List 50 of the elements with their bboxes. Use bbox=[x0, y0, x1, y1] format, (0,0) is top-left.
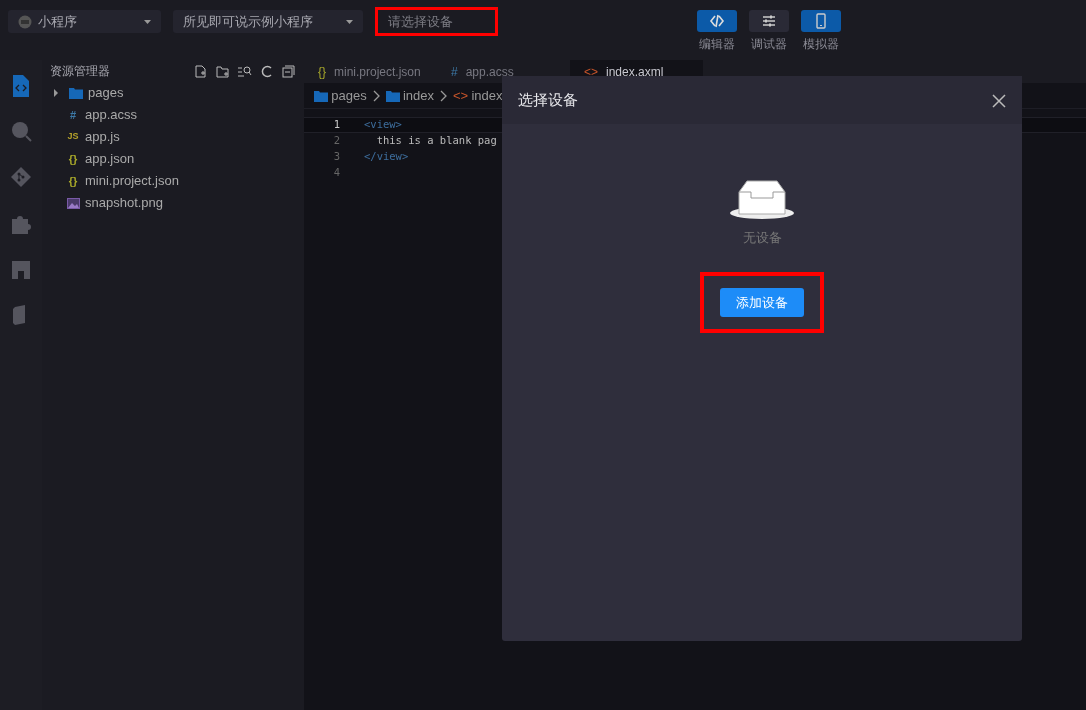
sliders-icon bbox=[761, 13, 777, 29]
project-dropdown[interactable]: 所见即可说示例小程序 bbox=[173, 10, 363, 33]
file-item[interactable]: {} mini.project.json bbox=[42, 170, 304, 192]
code-line: </view> bbox=[363, 149, 409, 165]
chevron-icon bbox=[372, 89, 380, 102]
chevron-icon bbox=[440, 89, 447, 102]
device-field[interactable]: 请选择设备 bbox=[375, 7, 498, 36]
store-icon[interactable] bbox=[10, 258, 32, 282]
empty-message: 无设备 bbox=[742, 229, 782, 247]
caret-icon bbox=[144, 19, 151, 24]
app-logo-icon bbox=[18, 14, 32, 29]
file-item[interactable]: # app.acss bbox=[42, 104, 304, 126]
file-code-icon[interactable] bbox=[10, 74, 32, 98]
code-line: <view> bbox=[363, 117, 402, 133]
braces-icon: {} bbox=[66, 150, 80, 168]
hash-icon: # bbox=[451, 62, 458, 81]
explorer-title: 资源管理器 bbox=[50, 63, 110, 80]
git-icon[interactable] bbox=[10, 166, 32, 190]
file-item[interactable]: pages bbox=[42, 82, 304, 104]
hash-icon: # bbox=[66, 106, 80, 124]
phone-icon bbox=[813, 13, 829, 29]
code-icon bbox=[709, 13, 725, 29]
line-number: 2 bbox=[332, 133, 340, 149]
js-icon: JS bbox=[66, 130, 80, 144]
caret-icon[interactable] bbox=[52, 89, 60, 97]
app-type-dropdown[interactable]: 小程序 bbox=[8, 10, 161, 33]
caret-icon bbox=[346, 19, 353, 24]
search-icon[interactable] bbox=[237, 63, 252, 79]
braces-icon: {} bbox=[318, 62, 326, 81]
collapse-icon[interactable] bbox=[281, 63, 296, 79]
empty-tray-icon bbox=[729, 178, 795, 220]
new-folder-icon[interactable] bbox=[215, 63, 230, 79]
folder-icon bbox=[69, 87, 83, 99]
breadcrumb-item[interactable]: <> index bbox=[453, 85, 503, 106]
file-item[interactable]: snapshot.png bbox=[42, 192, 304, 214]
line-number: 4 bbox=[332, 165, 340, 181]
dialog-title: 选择设备 bbox=[518, 89, 578, 110]
new-file-icon[interactable] bbox=[193, 63, 208, 79]
line-number: 3 bbox=[332, 149, 340, 165]
code-icon: <> bbox=[584, 62, 598, 81]
braces-icon: {} bbox=[66, 172, 80, 190]
refresh-icon[interactable] bbox=[259, 63, 274, 79]
file-item[interactable]: JS app.js bbox=[42, 126, 304, 148]
image-icon bbox=[66, 197, 80, 209]
file-item[interactable]: {} app.json bbox=[42, 148, 304, 170]
line-number: 1 bbox=[332, 117, 340, 133]
code-icon: <> bbox=[453, 85, 469, 106]
breadcrumb-item[interactable]: pages bbox=[314, 85, 367, 106]
code-line: this is a blank pag bbox=[375, 133, 497, 149]
breadcrumb-item[interactable]: index bbox=[385, 85, 434, 106]
